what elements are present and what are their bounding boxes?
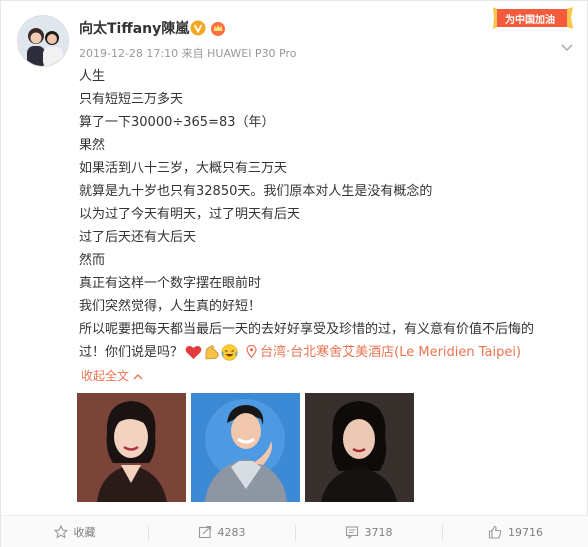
flexed-arm-icon	[205, 345, 219, 360]
text-line: 所以呢要把每天都当最后一天的去好好享受及珍惜的过，有义意有价值不后悔的	[79, 322, 535, 337]
verified-icon	[190, 20, 206, 36]
action-bar: 收藏 4283 3718 19716	[1, 515, 588, 547]
text-line: 只有短短三万多天	[79, 92, 184, 107]
photo-thumbnail[interactable]	[77, 393, 186, 502]
like-count: 19716	[508, 525, 543, 539]
emoji-row	[185, 344, 238, 361]
avatar[interactable]	[17, 15, 69, 67]
collapse-label: 收起全文	[81, 369, 130, 383]
chevron-down-icon[interactable]	[561, 37, 573, 52]
repost-count: 4283	[217, 525, 246, 539]
thumbs-up-icon	[488, 525, 502, 539]
heart-icon	[185, 346, 202, 359]
text-line: 然而	[79, 253, 106, 268]
star-icon	[53, 525, 68, 539]
like-button[interactable]: 19716	[442, 516, 588, 547]
text-line: 人生	[79, 69, 106, 84]
text-line: 过了后天还有大后天	[79, 230, 197, 245]
location-link[interactable]: 台湾·台北寒舍艾美酒店(Le Meridien Taipei)	[260, 345, 521, 360]
post-text: 人生 只有短短三万多天 算了一下30000÷365=83（年） 果然 如果活到八…	[79, 65, 577, 364]
username-link[interactable]: 向太Tiffany陳嵐	[79, 18, 189, 38]
repost-button[interactable]: 4283	[148, 516, 295, 547]
laughing-face-icon	[221, 344, 238, 361]
text-last-segment: 过！你们说是吗？	[79, 345, 184, 360]
comment-button[interactable]: 3718	[295, 516, 442, 547]
photo-thumbnail[interactable]	[305, 393, 414, 502]
text-line: 如果活到八十三岁，大概只有三万天	[79, 161, 288, 176]
weibo-post-card: 向太Tiffany陳嵐 2019-12-28 17:10 来自 HUAWEI P…	[0, 0, 588, 547]
location-pin-icon	[246, 345, 257, 358]
text-line-last: 过！你们说是吗？ 台湾·台北寒舍艾美酒店(Le Meridien Taipei)	[79, 341, 577, 364]
text-line: 算了一下30000÷365=83（年）	[79, 115, 275, 130]
post-meta[interactable]: 2019-12-28 17:10 来自 HUAWEI P30 Pro	[79, 45, 297, 61]
comment-icon	[345, 525, 359, 539]
campaign-badge[interactable]: 为中国加油	[491, 5, 575, 31]
text-line: 真正有这样一个数字摆在眼前时	[79, 276, 262, 291]
repost-icon	[198, 525, 212, 539]
text-line: 我们突然觉得，人生真的好短！	[79, 299, 262, 314]
badge-text: 为中国加油	[505, 15, 555, 26]
comment-count: 3718	[364, 525, 393, 539]
favorite-button[interactable]: 收藏	[1, 516, 148, 547]
photo-thumbnail[interactable]	[191, 393, 300, 502]
text-line: 就算是九十岁也只有32850天。我们原本对人生是没有概念的	[79, 184, 433, 199]
chevron-up-icon	[133, 374, 143, 380]
member-crown-icon[interactable]	[209, 19, 227, 37]
collapse-button[interactable]: 收起全文	[81, 367, 143, 384]
favorite-label: 收藏	[73, 526, 96, 539]
text-line: 以为过了今天有明天，过了明天有后天	[79, 207, 301, 222]
text-line: 果然	[79, 138, 106, 153]
